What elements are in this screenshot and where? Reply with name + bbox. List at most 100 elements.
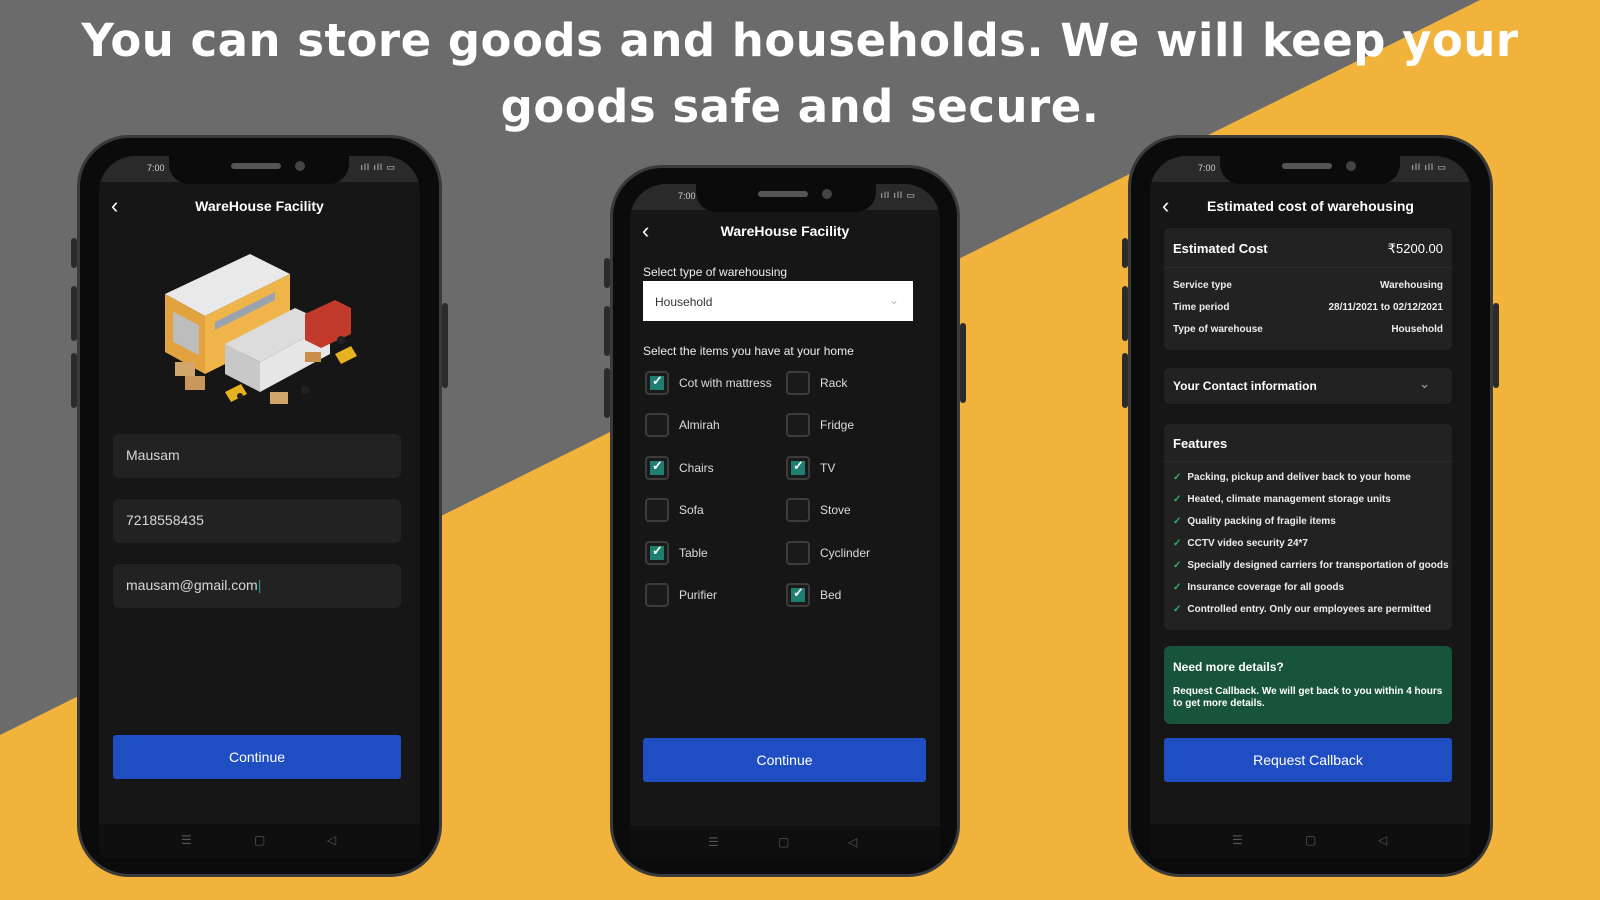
home-icon[interactable]: ▢ xyxy=(254,833,265,847)
app-bar: ‹ WareHouse Facility xyxy=(99,193,420,223)
callout-title: Need more details? xyxy=(1173,660,1284,674)
status-time: 7:00 xyxy=(147,163,165,173)
status-time: 7:00 xyxy=(678,191,696,201)
checkbox-item[interactable]: Almirah xyxy=(645,413,720,438)
checkbox-item[interactable]: Stove xyxy=(786,498,851,523)
screen-3: 7:00 ıll ıll ▭ ‹ Estimated cost of wareh… xyxy=(1150,156,1471,858)
phone-1: 7:00 ıll ıll ▭ ‹ WareHouse Facility Maus… xyxy=(71,135,448,877)
system-nav-bar: ☰ ▢ ◁ xyxy=(630,826,940,860)
features-card: Features ✓ Packing, pickup and deliver ba… xyxy=(1164,424,1452,630)
features-title: Features xyxy=(1173,436,1228,451)
checkbox-checked-icon[interactable] xyxy=(786,583,810,607)
checkbox-empty-icon[interactable] xyxy=(645,583,669,607)
contact-info-label: Your Contact information xyxy=(1173,379,1317,393)
checkbox-item[interactable]: Cyclinder xyxy=(786,540,870,565)
system-nav-bar: ☰ ▢ ◁ xyxy=(99,824,420,858)
feature-item: ✓ Quality packing of fragile items xyxy=(1173,516,1336,527)
checkbox-item[interactable]: Chairs xyxy=(645,455,714,480)
camera-icon xyxy=(822,189,832,199)
checkbox-empty-icon[interactable] xyxy=(645,498,669,523)
checkbox-label: Purifier xyxy=(679,588,718,602)
name-field[interactable]: Mausam xyxy=(113,434,401,478)
checkbox-checked-icon[interactable] xyxy=(645,455,669,480)
checkbox-label: Stove xyxy=(820,503,851,518)
notch xyxy=(169,156,349,184)
checkbox-checked-icon[interactable] xyxy=(645,371,669,395)
email-field[interactable]: mausam@gmail.com| xyxy=(113,564,401,608)
back-arrow-icon[interactable]: ‹ xyxy=(111,195,118,217)
feature-text: Packing, pickup and deliver back to your… xyxy=(1187,472,1411,483)
feature-text: Heated, climate management storage units xyxy=(1187,494,1391,505)
checkbox-empty-icon[interactable] xyxy=(786,413,810,438)
checkbox-label: TV xyxy=(820,460,836,475)
warehouse-type-select[interactable]: Household ⌄ xyxy=(643,281,913,321)
menu-icon[interactable]: ☰ xyxy=(1232,833,1243,847)
checkbox-label: Rack xyxy=(820,376,848,390)
checkbox-item[interactable]: Sofa xyxy=(645,498,704,523)
back-nav-icon[interactable]: ◁ xyxy=(1378,833,1387,847)
contact-info-accordion[interactable]: Your Contact information ⌄ xyxy=(1164,368,1452,404)
back-nav-icon[interactable]: ◁ xyxy=(327,833,336,847)
phone-3: 7:00 ıll ıll ▭ ‹ Estimated cost of wareh… xyxy=(1122,135,1499,877)
check-icon: ✓ xyxy=(1173,538,1182,549)
feature-text: Specially designed carriers for transpor… xyxy=(1187,560,1449,571)
page-title: Estimated cost of warehousing xyxy=(1207,198,1414,214)
back-arrow-icon[interactable]: ‹ xyxy=(1162,195,1169,217)
chevron-down-icon: ⌄ xyxy=(1419,376,1430,391)
estimated-cost-value: ₹5200.00 xyxy=(1387,241,1443,256)
system-nav-bar: ☰ ▢ ◁ xyxy=(1150,824,1471,858)
checkbox-item[interactable]: Bed xyxy=(786,583,841,607)
checkbox-label: Sofa xyxy=(679,503,704,518)
checkbox-label: Bed xyxy=(820,588,842,602)
back-arrow-icon[interactable]: ‹ xyxy=(642,220,649,242)
notch xyxy=(696,184,876,212)
camera-icon xyxy=(1346,161,1356,171)
feature-item: ✓ CCTV video security 24*7 xyxy=(1173,538,1308,549)
back-nav-icon[interactable]: ◁ xyxy=(848,835,857,849)
estimated-cost-label: Estimated Cost xyxy=(1173,241,1268,256)
phone-2: 7:00 ıll ıll ▭ ‹ WareHouse Facility Sele… xyxy=(604,165,966,877)
check-icon: ✓ xyxy=(1173,560,1182,571)
email-value: mausam@gmail.com xyxy=(126,577,258,593)
checkbox-empty-icon[interactable] xyxy=(786,371,810,395)
checkbox-checked-icon[interactable] xyxy=(645,540,669,565)
app-bar: ‹ WareHouse Facility xyxy=(630,218,940,248)
request-callback-button[interactable]: Request Callback xyxy=(1164,738,1452,782)
check-icon: ✓ xyxy=(1173,604,1182,615)
checkbox-label: Chairs xyxy=(679,460,714,475)
notch xyxy=(1220,156,1400,184)
feature-item: ✓ Controlled entry. Only our employees ar… xyxy=(1173,604,1431,615)
feature-item: ✓ Heated, climate management storage unit… xyxy=(1173,494,1391,505)
menu-icon[interactable]: ☰ xyxy=(181,833,192,847)
checkbox-empty-icon[interactable] xyxy=(786,498,810,523)
continue-button[interactable]: Continue xyxy=(113,735,401,779)
checkbox-empty-icon[interactable] xyxy=(786,540,810,565)
checkbox-item[interactable]: Fridge xyxy=(786,413,854,438)
feature-item: ✓ Insurance coverage for all goods xyxy=(1173,582,1344,593)
checkbox-item[interactable]: Cot with mattress xyxy=(645,371,772,395)
checkbox-item[interactable]: Table xyxy=(645,540,708,565)
checkbox-label: Cot with mattress xyxy=(679,376,772,390)
checkbox-checked-icon[interactable] xyxy=(786,455,810,480)
page-title: WareHouse Facility xyxy=(195,198,324,214)
home-icon[interactable]: ▢ xyxy=(778,835,789,849)
screen-1: 7:00 ıll ıll ▭ ‹ WareHouse Facility Maus… xyxy=(99,156,420,858)
headline: You can store goods and households. We w… xyxy=(81,14,1519,133)
need-details-callout: Need more details? Request Callback. We … xyxy=(1164,646,1452,724)
feature-text: CCTV video security 24*7 xyxy=(1187,538,1308,549)
checkbox-empty-icon[interactable] xyxy=(645,413,669,438)
check-icon: ✓ xyxy=(1173,472,1182,483)
checkbox-item[interactable]: Rack xyxy=(786,371,847,395)
home-icon[interactable]: ▢ xyxy=(1305,833,1316,847)
checkbox-item[interactable]: TV xyxy=(786,455,836,480)
check-icon: ✓ xyxy=(1173,494,1182,505)
phone-field[interactable]: 7218558435 xyxy=(113,499,401,543)
select-value: Household xyxy=(655,295,713,309)
items-label: Select the items you have at your home xyxy=(643,344,854,358)
menu-icon[interactable]: ☰ xyxy=(708,835,719,849)
continue-button[interactable]: Continue xyxy=(643,738,926,782)
feature-text: Insurance coverage for all goods xyxy=(1187,582,1345,593)
screen-2: 7:00 ıll ıll ▭ ‹ WareHouse Facility Sele… xyxy=(630,184,940,860)
checkbox-item[interactable]: Purifier xyxy=(645,583,717,607)
estimate-card: Estimated Cost ₹5200.00 Service type Ware… xyxy=(1164,228,1452,350)
